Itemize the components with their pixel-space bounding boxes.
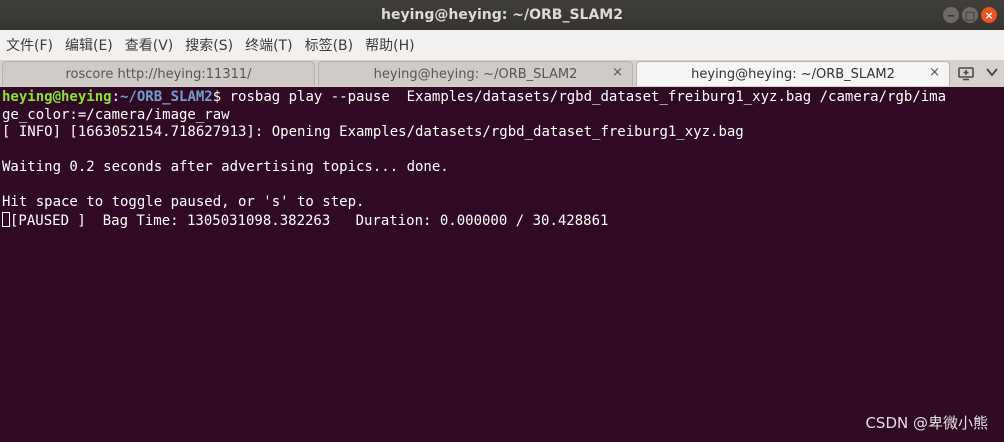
window-title: heying@heying: ~/ORB_SLAM2 bbox=[381, 7, 623, 23]
tab-roscore[interactable]: roscore http://heying:11311/ bbox=[2, 61, 315, 86]
tab-menu-chevron-icon[interactable] bbox=[985, 66, 999, 78]
tab-bar: roscore http://heying:11311/ heying@heyi… bbox=[0, 60, 1004, 87]
tab-label: heying@heying: ~/ORB_SLAM2 bbox=[691, 66, 895, 82]
new-tab-icon[interactable] bbox=[957, 64, 975, 82]
command-wrap-line: ge_color:=/camera/image_raw bbox=[2, 106, 230, 123]
menu-terminal[interactable]: 终端(T) bbox=[239, 35, 298, 55]
close-window-button[interactable]: × bbox=[981, 7, 997, 23]
hint-line: Hit space to toggle paused, or 's' to st… bbox=[2, 194, 365, 210]
maximize-button[interactable]: □ bbox=[962, 7, 978, 23]
prompt-symbol: $ bbox=[212, 89, 222, 105]
tab-label: heying@heying: ~/ORB_SLAM2 bbox=[373, 66, 578, 82]
command-text: rosbag play --pause Examples/datasets/rg… bbox=[221, 89, 947, 105]
menu-bar: 文件(F) 编辑(E) 查看(V) 搜索(S) 终端(T) 标签(B) 帮助(H… bbox=[0, 30, 1004, 61]
terminal-output[interactable]: heying@heying:~/ORB_SLAM2$ rosbag play -… bbox=[0, 87, 1004, 442]
menu-search[interactable]: 搜索(S) bbox=[179, 35, 239, 55]
menu-tabs[interactable]: 标签(B) bbox=[299, 35, 360, 55]
menu-view[interactable]: 查看(V) bbox=[119, 35, 180, 55]
prompt-separator: : bbox=[111, 89, 121, 105]
prompt-path: ~/ORB_SLAM2 bbox=[120, 89, 213, 105]
watermark: CSDN @卑微小熊 bbox=[865, 414, 988, 432]
tab-close-icon[interactable]: × bbox=[929, 65, 940, 80]
prompt-user: heying@heying bbox=[2, 89, 112, 105]
status-line: [PAUSED ] Bag Time: 1305031098.382263 Du… bbox=[10, 212, 609, 229]
tab-label: roscore http://heying:11311/ bbox=[65, 66, 252, 82]
tab-close-icon[interactable]: × bbox=[612, 65, 623, 80]
terminal-window: heying@heying: ~/ORB_SLAM2 ‒ □ × 文件(F) 编… bbox=[0, 0, 1004, 442]
menu-edit[interactable]: 编辑(E) bbox=[59, 35, 119, 55]
waiting-line: Waiting 0.2 seconds after advertising to… bbox=[2, 159, 449, 175]
tab-orb-slam2-2[interactable]: heying@heying: ~/ORB_SLAM2 × bbox=[636, 61, 950, 86]
menu-file[interactable]: 文件(F) bbox=[0, 35, 59, 55]
info-line: [ INFO] [1663052154.718627913]: Opening … bbox=[2, 124, 744, 140]
minimize-button[interactable]: ‒ bbox=[943, 7, 959, 23]
tab-orb-slam2-1[interactable]: heying@heying: ~/ORB_SLAM2 × bbox=[318, 61, 633, 86]
title-bar[interactable]: heying@heying: ~/ORB_SLAM2 ‒ □ × bbox=[0, 0, 1004, 30]
status-line-row: [PAUSED ] Bag Time: 1305031098.382263 Du… bbox=[2, 211, 609, 231]
menu-help[interactable]: 帮助(H) bbox=[359, 35, 420, 55]
terminal-cursor bbox=[2, 211, 10, 227]
command-line: heying@heying:~/ORB_SLAM2$ rosbag play -… bbox=[2, 89, 946, 107]
